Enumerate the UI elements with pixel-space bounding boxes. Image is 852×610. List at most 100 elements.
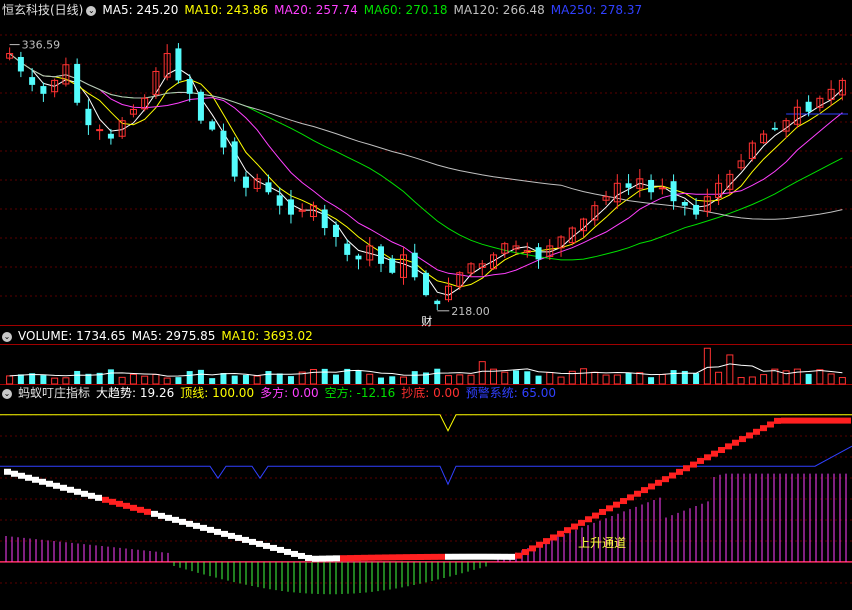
candle-body-down bbox=[287, 199, 294, 215]
trend-block bbox=[158, 512, 165, 519]
volume-bar-down bbox=[209, 378, 216, 384]
volume-bar-up bbox=[445, 375, 453, 385]
trend-block bbox=[662, 476, 669, 483]
candle-body-down bbox=[220, 130, 227, 148]
volume-bar-up bbox=[62, 377, 70, 385]
trend-block bbox=[186, 520, 193, 527]
low-annotation: 218.00 财 bbox=[421, 305, 490, 328]
trend-block bbox=[683, 465, 690, 472]
ma-line bbox=[9, 53, 843, 296]
trend-block bbox=[613, 501, 620, 508]
uptrend-annotation: 上升通道 bbox=[578, 536, 626, 550]
trend-block bbox=[81, 490, 88, 497]
trend-block bbox=[368, 554, 375, 561]
trend-block bbox=[578, 519, 585, 526]
trend-block bbox=[774, 417, 781, 424]
volume-bar-up bbox=[737, 377, 745, 385]
trend-block bbox=[284, 548, 291, 555]
trend-block bbox=[312, 555, 319, 562]
trend-block bbox=[263, 542, 270, 549]
trend-block bbox=[564, 527, 571, 534]
candle-body-down bbox=[693, 204, 700, 215]
volume-bar-up bbox=[827, 373, 835, 385]
volume-bar-down bbox=[197, 369, 204, 384]
trend-block bbox=[389, 554, 396, 561]
trend-block bbox=[781, 417, 788, 424]
trend-block bbox=[445, 553, 452, 560]
volume-bar-down bbox=[287, 376, 294, 384]
trend-block bbox=[116, 500, 123, 507]
trend-block bbox=[438, 553, 445, 560]
trend-block bbox=[256, 540, 263, 547]
volume-bar-up bbox=[580, 368, 588, 385]
volume-bar-up bbox=[501, 371, 509, 385]
volume-bar-down bbox=[276, 373, 283, 384]
volume-bar-down bbox=[648, 377, 655, 384]
volume-bar-up bbox=[636, 372, 644, 385]
volume-bar-up bbox=[51, 377, 59, 385]
candle-body-down bbox=[231, 141, 238, 177]
trend-block bbox=[592, 512, 599, 519]
trend-block bbox=[144, 508, 151, 515]
candle-body-down bbox=[40, 86, 47, 94]
trend-block bbox=[249, 538, 256, 545]
candlesticks bbox=[6, 43, 846, 311]
trend-block bbox=[634, 490, 641, 497]
volume-bar-down bbox=[242, 374, 249, 384]
trend-block bbox=[816, 417, 823, 424]
volume-bar-down bbox=[220, 373, 227, 384]
candle-body-down bbox=[265, 182, 272, 193]
event-marker[interactable]: 财 bbox=[421, 314, 432, 328]
candle-body-down bbox=[186, 79, 193, 94]
volume-bar-up bbox=[613, 374, 621, 385]
trend-block bbox=[130, 504, 137, 511]
volume-bar-up bbox=[838, 377, 846, 385]
top-line bbox=[0, 414, 852, 432]
trend-block bbox=[200, 524, 207, 531]
volume-bar-up bbox=[557, 376, 565, 385]
candle-body-down bbox=[625, 183, 632, 188]
candle-body-down bbox=[411, 252, 418, 278]
trend-block bbox=[221, 530, 228, 537]
trend-block bbox=[32, 476, 39, 483]
trend-block bbox=[326, 555, 333, 562]
trend-block bbox=[235, 534, 242, 541]
volume-bar-up bbox=[793, 368, 801, 385]
volume-bar-down bbox=[332, 374, 339, 384]
volume-bar-up bbox=[253, 375, 261, 385]
trend-block bbox=[641, 487, 648, 494]
trend-block bbox=[95, 494, 102, 501]
trend-block bbox=[620, 498, 627, 505]
volume-bar-up bbox=[456, 374, 464, 385]
volume-bars bbox=[6, 347, 846, 385]
trend-block bbox=[88, 492, 95, 499]
trend-block bbox=[354, 554, 361, 561]
trend-block bbox=[487, 553, 494, 560]
trend-block bbox=[473, 553, 480, 560]
trend-block bbox=[242, 536, 249, 543]
volume-bar-up bbox=[658, 373, 666, 385]
volume-bar-up bbox=[591, 371, 599, 385]
trend-block bbox=[753, 428, 760, 435]
trend-block bbox=[109, 498, 116, 505]
volume-bar-down bbox=[693, 373, 700, 384]
volume-bar-down bbox=[321, 368, 328, 384]
candle-body-down bbox=[74, 63, 81, 103]
trend-block bbox=[151, 510, 158, 517]
volume-bar-up bbox=[478, 361, 486, 385]
candle-body-down bbox=[377, 246, 384, 264]
volume-bar-up bbox=[748, 376, 756, 385]
trend-block bbox=[11, 470, 18, 477]
trend-block bbox=[669, 472, 676, 479]
volume-bar-down bbox=[513, 370, 520, 384]
trend-block bbox=[788, 417, 795, 424]
moving-average-lines bbox=[9, 53, 848, 296]
volume-bar-up bbox=[726, 354, 734, 385]
trend-block bbox=[515, 552, 522, 559]
trend-block bbox=[417, 553, 424, 560]
trend-block bbox=[193, 522, 200, 529]
trend-block bbox=[739, 436, 746, 443]
stock-chart-canvas[interactable]: 336.59 218.00 财 上升通道 bbox=[0, 0, 852, 610]
trend-block bbox=[704, 454, 711, 461]
trend-block bbox=[207, 526, 214, 533]
